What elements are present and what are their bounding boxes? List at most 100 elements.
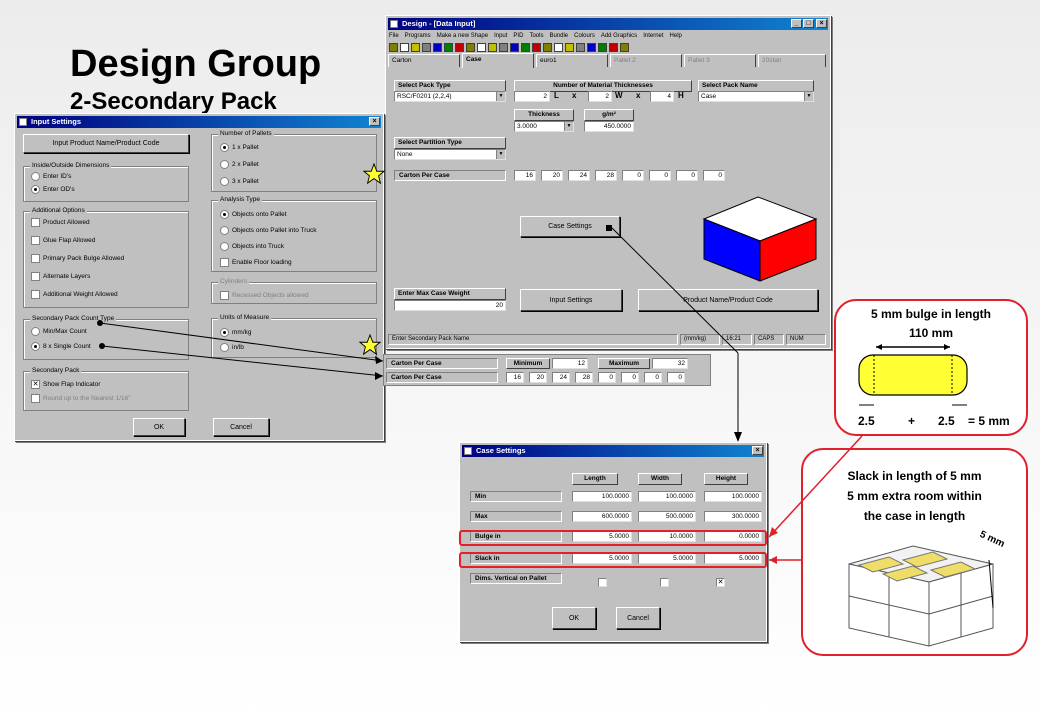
thickness-select[interactable]: 3.0000 ▼ [514,121,574,132]
case-value-field[interactable]: 500.0000 [638,511,696,522]
close-button[interactable]: × [816,19,827,28]
analysis-option[interactable]: Objects onto Pallet [220,210,287,219]
count-field[interactable]: 28 [575,372,593,383]
dims-vertical-checkbox[interactable] [598,578,607,587]
toolbar-icon[interactable] [455,43,464,52]
menu-item-10[interactable]: Help [670,31,682,41]
menu-item-5[interactable]: Tools [529,31,543,41]
checkbox[interactable] [31,218,40,227]
menu-item-7[interactable]: Colours [574,31,595,41]
input-settings-button[interactable]: Input Settings [520,289,622,311]
count-field[interactable]: 0 [622,170,644,181]
checkbox[interactable] [220,258,229,267]
toolbar-icon[interactable] [389,43,398,52]
checkbox[interactable] [220,291,229,300]
additional-option[interactable]: Glue Flap Allowed [31,236,95,245]
radio-button[interactable] [31,185,40,194]
recessed-checkbox[interactable]: Recessed Objects allowed [220,291,309,300]
radio-button[interactable] [220,160,229,169]
count-field[interactable]: 0 [649,170,671,181]
checkbox[interactable] [31,290,40,299]
secondary-option[interactable]: ✕ Show Flap Indicator [31,380,100,389]
additional-option[interactable]: Primary Pack Bulge Allowed [31,254,124,263]
ok-button[interactable]: OK [133,418,185,436]
radio-button[interactable] [31,342,40,351]
radio-button[interactable] [31,327,40,336]
count-option[interactable]: 8 x Single Count [31,342,91,351]
ok-button[interactable]: OK [552,607,596,629]
menu-item-6[interactable]: Bundle [549,31,568,41]
count-field[interactable]: 16 [514,170,536,181]
toolbar-icon[interactable] [488,43,497,52]
product-name-button[interactable]: Product Name/Product Code [638,289,818,311]
additional-option[interactable]: Additional Weight Allowed [31,290,118,299]
toolbar-icon[interactable] [620,43,629,52]
tab-20stan[interactable]: 20stan [758,54,826,67]
analysis-option[interactable]: Objects into Truck [220,242,284,251]
menu-item-3[interactable]: Input [494,31,507,41]
maximize-button[interactable]: □ [803,19,814,28]
tab-pallet-3[interactable]: Pallet 3 [684,54,756,67]
input-product-name-button[interactable]: Input Product Name/Product Code [23,134,189,153]
analysis-option[interactable]: Objects onto Pallet into Truck [220,226,317,235]
width-thickness-count[interactable]: 2 [588,91,612,102]
radio-button[interactable] [31,172,40,181]
minimize-button[interactable]: _ [791,19,802,28]
toolbar-icon[interactable] [444,43,453,52]
dims-option[interactable]: Enter OD's [31,185,75,194]
case-value-field[interactable]: 100.0000 [638,491,696,502]
toolbar-icon[interactable] [477,43,486,52]
toolbar-icon[interactable] [510,43,519,52]
count-field[interactable]: 0 [598,372,616,383]
unit-option[interactable]: in/lb [220,343,244,352]
close-button[interactable]: × [369,117,380,126]
radio-button[interactable] [220,177,229,186]
radio-button[interactable] [220,242,229,251]
count-field[interactable]: 0 [621,372,639,383]
gsm-field[interactable]: 450.0000 [584,121,634,132]
checkbox[interactable] [31,254,40,263]
menu-item-1[interactable]: Programs [405,31,431,41]
radio-button[interactable] [220,328,229,337]
max-weight-field[interactable]: 20 [394,300,506,311]
toolbar-icon[interactable] [576,43,585,52]
toolbar-icon[interactable] [433,43,442,52]
count-field[interactable]: 0 [644,372,662,383]
toolbar-icon[interactable] [411,43,420,52]
checkbox[interactable] [31,236,40,245]
pallet-option[interactable]: 3 x Pallet [220,177,259,186]
case-value-field[interactable]: 100.0000 [704,491,762,502]
menu-item-0[interactable]: File [389,31,399,41]
count-field[interactable]: 24 [552,372,570,383]
menu-item-9[interactable]: Internet [643,31,663,41]
count-option[interactable]: Min/Max Count [31,327,87,336]
pack-name-select[interactable]: Case ▼ [698,91,814,102]
count-field[interactable]: 0 [703,170,725,181]
toolbar-icon[interactable] [554,43,563,52]
toolbar-icon[interactable] [587,43,596,52]
toolbar-icon[interactable] [466,43,475,52]
count-field[interactable]: 16 [506,372,524,383]
menu-item-2[interactable]: Make a new Shape [437,31,488,41]
maximum-field[interactable]: 32 [652,358,688,369]
checkbox[interactable]: ✕ [31,380,40,389]
unit-option[interactable]: mm/kg [220,328,252,337]
additional-option[interactable]: Product Allowed [31,218,90,227]
minimum-field[interactable]: 12 [552,358,588,369]
count-field[interactable]: 20 [529,372,547,383]
tab-carton[interactable]: Carton [388,54,460,67]
toolbar-icon[interactable] [400,43,409,52]
menu-item-8[interactable]: Add Graphics [601,31,637,41]
close-button[interactable]: × [752,446,763,455]
chevron-down-icon[interactable]: ▼ [496,150,505,159]
toolbar-icon[interactable] [565,43,574,52]
radio-button[interactable] [220,343,229,352]
secondary-option[interactable]: Round up to the Nearest 1/16" [31,394,131,403]
dims-vertical-checkbox[interactable] [660,578,669,587]
height-thickness-count[interactable]: 4 [650,91,674,102]
toolbar-icon[interactable] [543,43,552,52]
tab-case[interactable]: Case [462,53,534,68]
tab-euro1[interactable]: euro1 [536,54,608,67]
radio-button[interactable] [220,210,229,219]
case-settings-button[interactable]: Case Settings [520,216,620,237]
